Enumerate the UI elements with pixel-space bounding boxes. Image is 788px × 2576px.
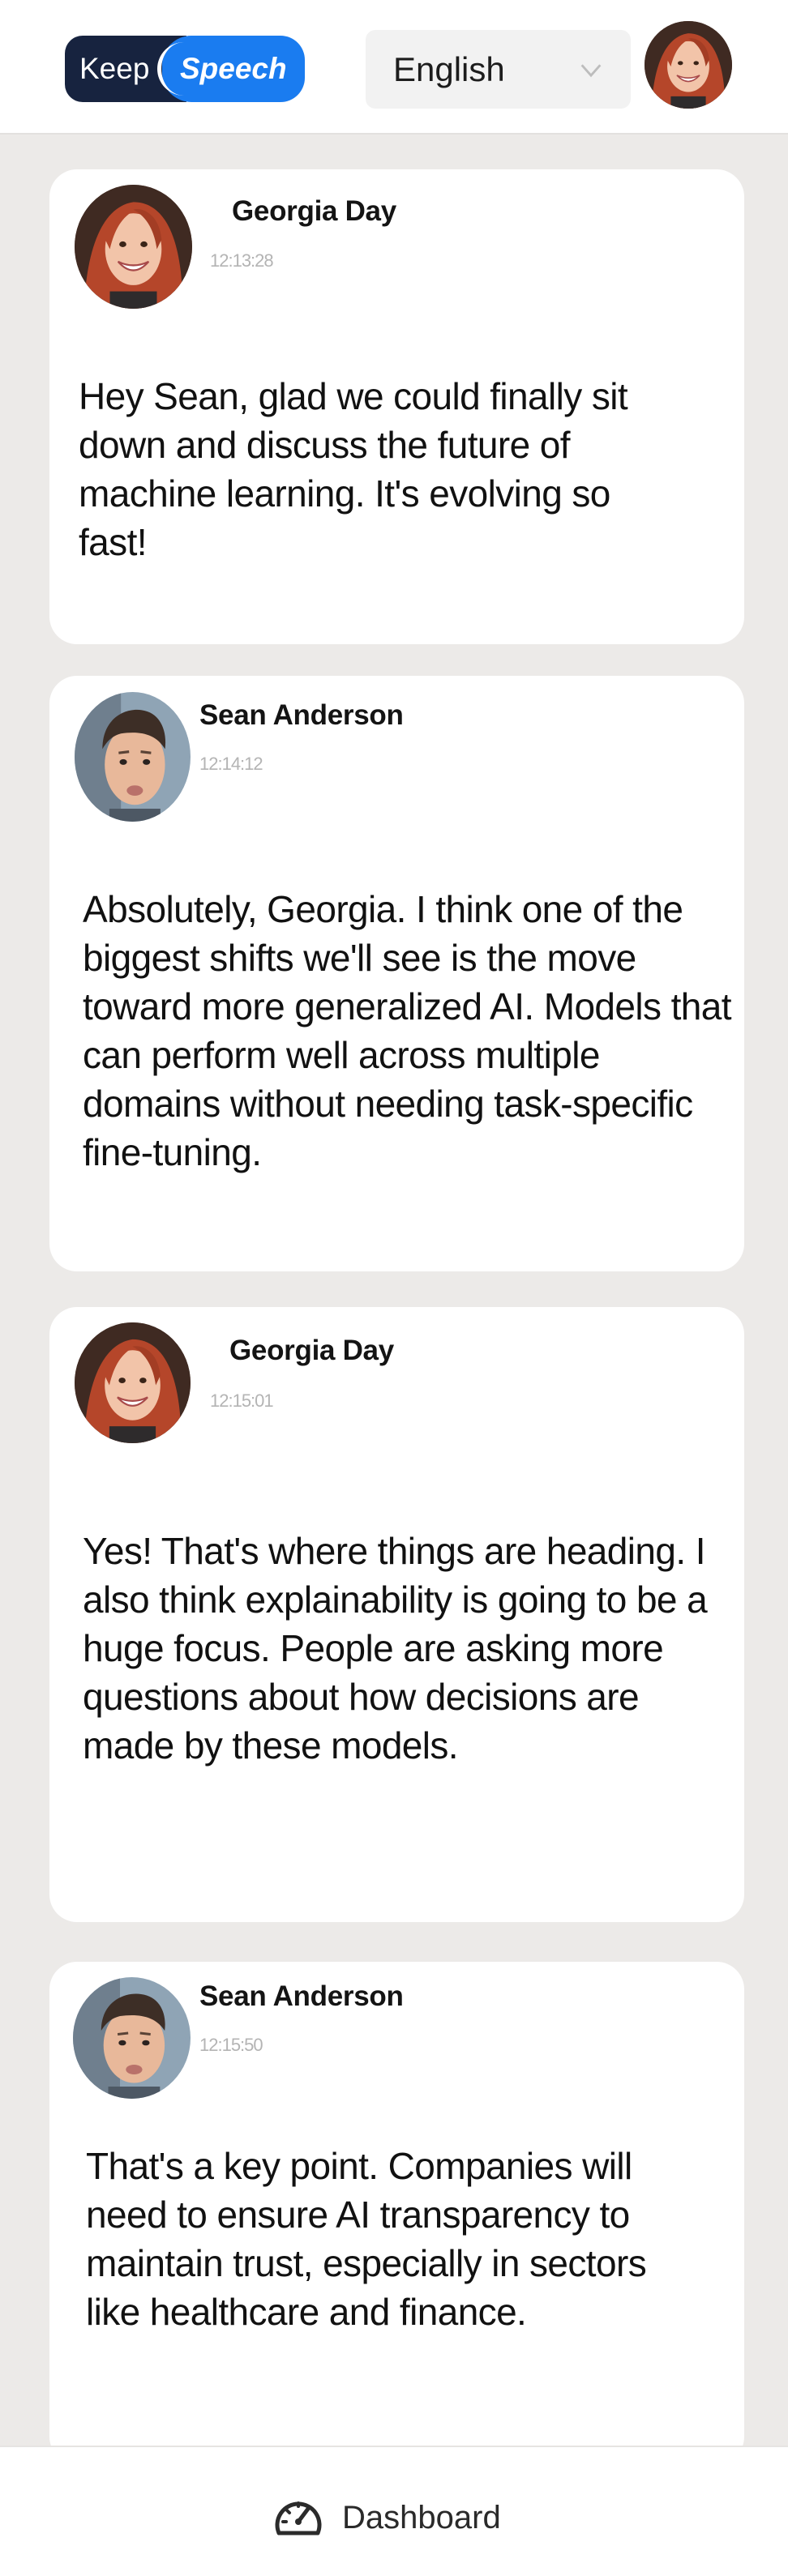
bottom-navigation: Dashboard bbox=[0, 2446, 788, 2576]
georgia-avatar-icon bbox=[75, 185, 192, 309]
message-time: 12:13:28 bbox=[210, 250, 274, 271]
chevron-down-icon bbox=[580, 64, 602, 78]
message-text: Yes! That's where things are heading. I … bbox=[83, 1530, 708, 1766]
dashboard-label: Dashboard bbox=[342, 2500, 501, 2535]
keepspeech-logo[interactable]: Keep Speech bbox=[65, 36, 305, 102]
message-card: Sean Anderson 12:14:12 Absolutely, Georg… bbox=[49, 676, 744, 1271]
user-avatar[interactable] bbox=[645, 21, 732, 109]
message-card: Sean Anderson 12:15:50 That's a key poin… bbox=[49, 1962, 744, 2464]
message-card: Georgia Day 12:15:01 Yes! That's where t… bbox=[49, 1307, 744, 1922]
app-header: Keep Speech English bbox=[0, 0, 788, 135]
speedometer-icon bbox=[275, 2501, 322, 2535]
sean-avatar-icon bbox=[75, 692, 191, 822]
georgia-avatar-icon bbox=[75, 1322, 191, 1443]
message-time: 12:14:12 bbox=[199, 754, 263, 774]
message-text: Hey Sean, glad we could finally sit down… bbox=[79, 375, 628, 563]
message-time: 12:15:01 bbox=[210, 1391, 274, 1411]
language-select[interactable]: English bbox=[366, 30, 631, 109]
message-text: Absolutely, Georgia. I think one of the … bbox=[83, 888, 732, 1173]
message-card: Georgia Day 12:13:28 Hey Sean, glad we c… bbox=[49, 169, 744, 644]
sender-name: Georgia Day bbox=[229, 1335, 394, 1366]
user-avatar-icon bbox=[645, 21, 732, 109]
sean-avatar-icon bbox=[73, 1977, 191, 2099]
sender-name: Sean Anderson bbox=[199, 1980, 404, 2012]
dashboard-nav-item[interactable]: Dashboard bbox=[259, 2471, 535, 2561]
logo-speech-text: Speech bbox=[157, 36, 305, 102]
message-text: That's a key point. Companies will need … bbox=[86, 2145, 647, 2333]
sender-name: Georgia Day bbox=[232, 195, 396, 227]
sender-name: Sean Anderson bbox=[199, 699, 404, 731]
message-time: 12:15:50 bbox=[199, 2035, 263, 2055]
language-select-value: English bbox=[393, 50, 505, 88]
